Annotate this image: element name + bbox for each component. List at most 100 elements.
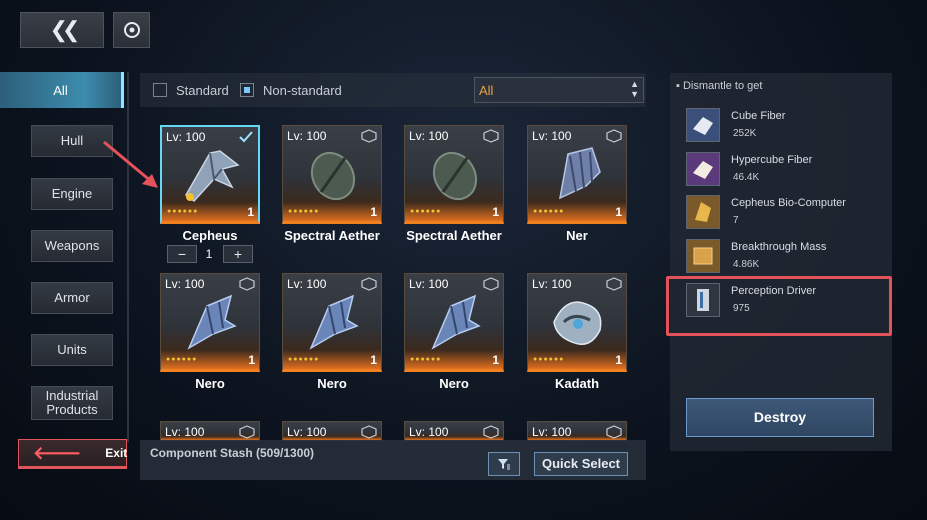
component-card[interactable]: Lv: 100 ●●●●●● 1	[527, 125, 627, 224]
component-stash-count: Component Stash (509/1300)	[150, 446, 315, 460]
material-name: Breakthrough Mass	[731, 241, 827, 253]
sidebar-divider	[127, 72, 129, 442]
back-button[interactable]: ❮❮	[20, 12, 104, 48]
cube-badge-icon	[239, 277, 255, 291]
component-card[interactable]: Lv: 100 ●●●●●● 1	[160, 273, 260, 372]
cube-badge-icon	[483, 129, 499, 143]
ship-icon	[432, 151, 478, 201]
checkmark-icon	[239, 131, 253, 143]
up-down-arrows-icon[interactable]: ▲ ▼	[630, 79, 639, 99]
card-level: Lv: 100	[532, 277, 572, 291]
quick-select-button[interactable]: Quick Select	[534, 452, 628, 476]
double-chevron-left-icon: ❮❮	[49, 17, 81, 42]
cube-badge-icon	[361, 277, 377, 291]
component-card[interactable]: Lv: 100 ●●●●●● 1	[527, 273, 627, 372]
material-quantity: 7	[733, 215, 739, 226]
component-card[interactable]: Lv: 100	[527, 421, 627, 441]
card-count: 1	[492, 205, 499, 219]
card-name: Nero	[317, 376, 347, 391]
arrow-left-icon: 🡐	[33, 442, 82, 463]
pointer-arrow-icon	[103, 140, 158, 188]
hypercube-fiber-icon	[686, 152, 720, 186]
cube-badge-icon	[361, 425, 377, 439]
material-name: Cube Fiber	[731, 110, 786, 122]
standard-label: Standard	[176, 83, 229, 98]
card-name: Kadath	[554, 376, 600, 391]
ring-icon	[123, 22, 140, 38]
ship-icon	[309, 294, 359, 350]
card-level: Lv: 100	[166, 130, 206, 144]
card-level: Lv: 100	[287, 129, 327, 143]
cube-badge-icon	[361, 129, 377, 143]
card-count: 1	[248, 353, 255, 367]
component-card[interactable]: Lv: 100 ●●●●●● 1	[282, 125, 382, 224]
card-level: Lv: 100	[532, 425, 572, 439]
type-select[interactable]: All ▲ ▼	[474, 77, 644, 103]
card-count: 1	[615, 205, 622, 219]
cube-badge-icon	[483, 277, 499, 291]
component-card[interactable]: Lv: 100	[404, 421, 504, 441]
rarity-dots: ●●●●●●	[533, 208, 565, 215]
category-all[interactable]: All	[0, 72, 124, 108]
card-name: Spectral Aether	[284, 228, 380, 243]
cube-badge-icon	[606, 277, 622, 291]
card-name: Ner	[566, 228, 588, 243]
material-quantity: 46.4K	[733, 172, 760, 183]
highlight-annotation	[666, 276, 892, 336]
card-level: Lv: 100	[409, 129, 449, 143]
decrease-button[interactable]: −	[167, 245, 197, 263]
destroy-button[interactable]: Destroy	[686, 398, 874, 437]
material-item[interactable]: Cube Fiber 252K	[686, 108, 886, 144]
card-count: 1	[370, 353, 377, 367]
category-armor[interactable]: Armor	[31, 282, 113, 314]
cube-badge-icon	[239, 425, 255, 439]
quantity-stepper: − 1 +	[167, 245, 255, 265]
breakthrough-mass-icon	[686, 239, 720, 273]
standard-checkbox[interactable]	[153, 83, 167, 97]
ship-icon	[431, 294, 481, 350]
card-name: Cepheus	[182, 228, 238, 243]
increase-button[interactable]: +	[223, 245, 253, 263]
filter-icon	[498, 459, 510, 470]
ship-icon	[553, 301, 602, 345]
component-card[interactable]: Lv: 100	[160, 421, 260, 441]
stash-bar: Component Stash (509/1300) Quick Select	[140, 440, 646, 480]
rarity-dots: ●●●●●●	[166, 356, 198, 363]
card-level: Lv: 100	[409, 425, 449, 439]
material-item[interactable]: Breakthrough Mass 4.86K	[686, 239, 886, 275]
card-count: 1	[615, 353, 622, 367]
material-quantity: 252K	[733, 128, 757, 139]
card-count: 1	[370, 205, 377, 219]
card-level: Lv: 100	[409, 277, 449, 291]
component-card[interactable]: Lv: 100 ●●●●●● 1	[404, 125, 504, 224]
card-level: Lv: 100	[287, 425, 327, 439]
dismantle-title: ▪ Dismantle to get	[676, 80, 763, 92]
cube-badge-icon	[483, 425, 499, 439]
card-name: Nero	[439, 376, 469, 391]
settings-button[interactable]	[113, 12, 150, 48]
exit-button[interactable]: 🡐 Exit	[18, 439, 127, 469]
cube-badge-icon	[606, 129, 622, 143]
category-weapons[interactable]: Weapons	[31, 230, 113, 262]
category-units[interactable]: Units	[31, 334, 113, 366]
material-name: Hypercube Fiber	[731, 154, 813, 166]
component-card[interactable]: Lv: 100	[282, 421, 382, 441]
card-name: Nero	[195, 376, 225, 391]
ship-icon	[187, 294, 237, 350]
component-card[interactable]: Lv: 100 ●●●●●● 1	[160, 125, 260, 224]
material-item[interactable]: Hypercube Fiber 46.4K	[686, 152, 886, 188]
material-quantity: 4.86K	[733, 259, 760, 270]
sort-filter-button[interactable]	[488, 452, 520, 476]
material-item[interactable]: Cepheus Bio-Computer 7	[686, 195, 886, 231]
card-level: Lv: 100	[165, 277, 205, 291]
component-card[interactable]: Lv: 100 ●●●●●● 1	[282, 273, 382, 372]
cube-fiber-icon	[686, 108, 720, 142]
nonstandard-checkbox[interactable]	[240, 83, 254, 97]
component-card[interactable]: Lv: 100 ●●●●●● 1	[404, 273, 504, 372]
category-sidebar: All Hull Engine Weapons Armor Units Indu…	[0, 72, 128, 448]
rarity-dots: ●●●●●●	[288, 208, 320, 215]
category-industrial-products[interactable]: Industrial Products	[31, 386, 113, 420]
card-name: Spectral Aether	[406, 228, 502, 243]
ship-icon	[185, 150, 240, 203]
type-select-value: All	[479, 83, 494, 98]
